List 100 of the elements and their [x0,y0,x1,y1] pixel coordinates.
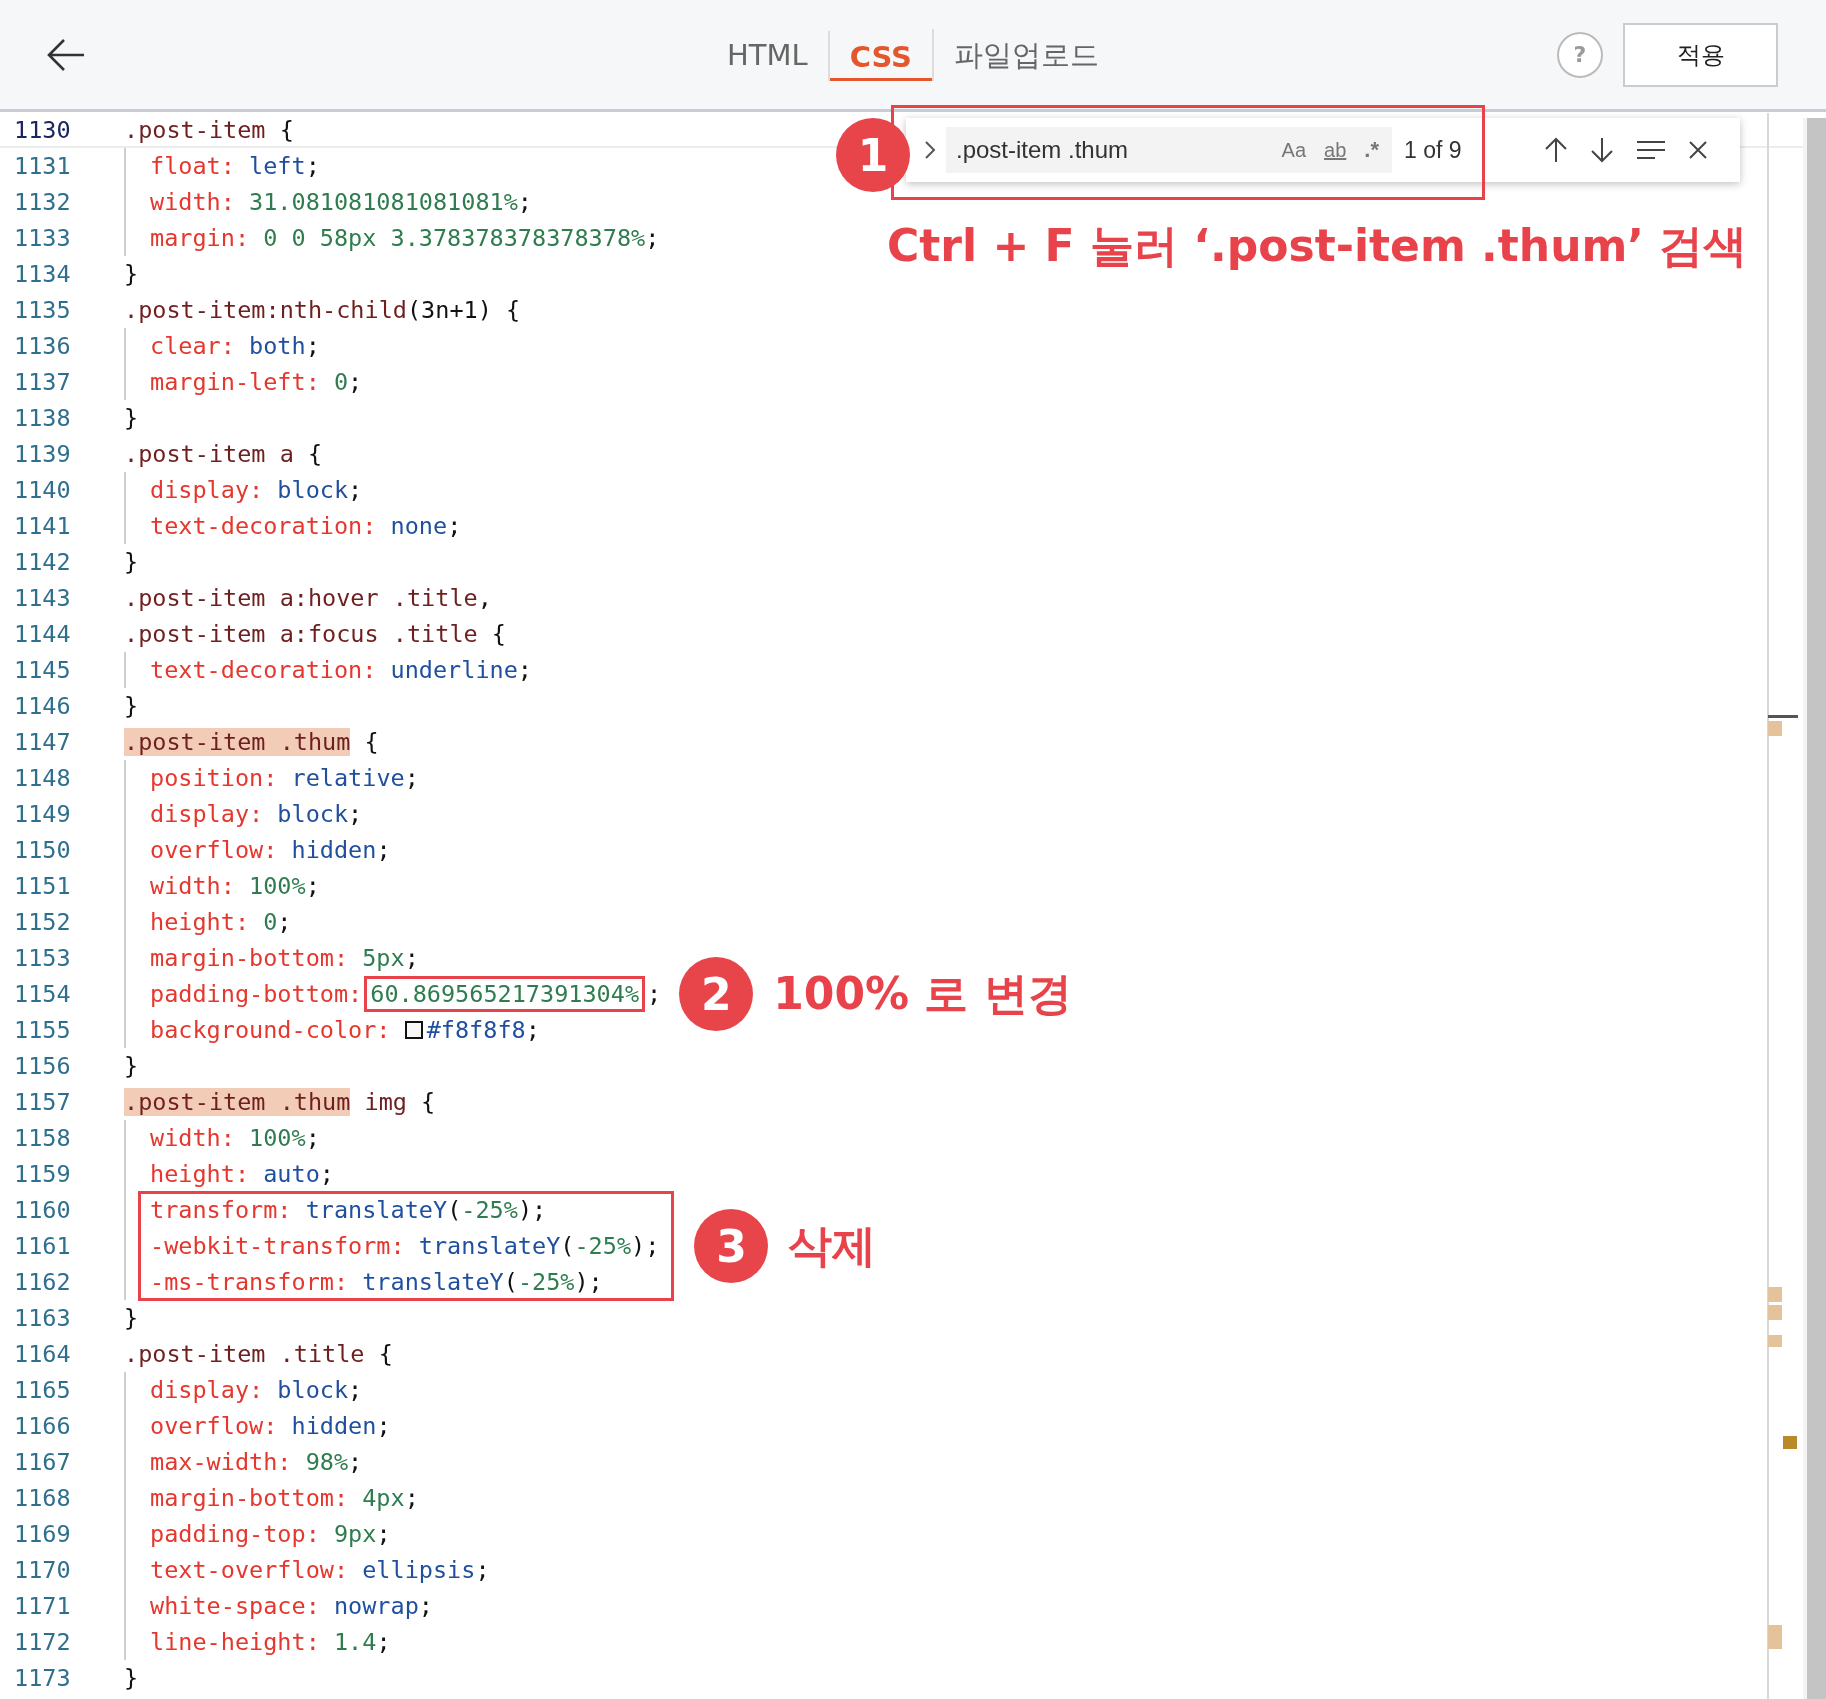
help-button[interactable]: ? [1557,31,1603,78]
line-number: 1158 [13,1124,72,1152]
search-option-toggle[interactable]: ab [1321,137,1350,163]
line-number: 1173 [13,1664,72,1692]
tab[interactable]: HTML [707,28,828,81]
code-line: width: 31.081081081081081%; [150,188,532,216]
annotation-text: 삭제 [788,1218,877,1273]
line-number: 1148 [13,764,72,792]
scrollbar[interactable] [1803,118,1826,1699]
line-number: 1166 [13,1412,72,1440]
code-line: .post-item a:hover .title, [124,584,492,612]
code-line: float: left; [150,152,320,180]
code-line: text-overflow: ellipsis; [150,1556,490,1584]
line-number: 1150 [13,836,72,864]
code-line: display: block; [150,1376,363,1404]
code-line: } [124,1664,139,1692]
code-line: .post-item a { [124,440,323,468]
code-line: position: relative; [150,764,419,792]
code-line: .post-item .thum { [124,728,379,756]
search-option-toggle[interactable]: Aa [1278,137,1310,163]
line-number: 1135 [13,296,72,324]
step-number-badge: 3 [694,1209,769,1283]
line-number: 1138 [13,404,72,432]
arrow-up-icon[interactable] [1543,137,1568,163]
step-number-badge: 1 [836,118,910,192]
code-line: clear: both; [150,332,320,360]
annotation-text: Ctrl + F 눌러 ‘.post-item .thum’ 검색 [887,219,1748,273]
line-number: 1154 [13,980,72,1008]
line-number: 1170 [13,1556,72,1584]
code-line: } [124,260,139,288]
line-number: 1131 [13,152,72,180]
line-number: 1133 [13,224,72,252]
line-number: 1134 [13,260,72,288]
tab[interactable]: 파일업로드 [932,28,1119,81]
code-line: .post-item { [124,116,294,144]
step-number-badge: 2 [679,957,754,1031]
close-icon[interactable] [1687,140,1708,160]
expand-chevron-icon[interactable] [924,140,936,160]
line-number: 1168 [13,1484,72,1512]
code-line: -ms-transform: translateY(-25%); [150,1268,603,1296]
code-line: padding-top: 9px; [150,1520,391,1548]
line-number: 1151 [13,872,72,900]
code-line: } [124,692,139,720]
line-number: 1171 [13,1592,72,1620]
code-line: width: 100%; [150,872,320,900]
code-line: display: block; [150,476,363,504]
line-number: 1142 [13,548,72,576]
lines-icon[interactable] [1635,140,1666,160]
code-line: overflow: hidden; [150,1412,391,1440]
code-line: } [124,1304,139,1332]
code-text: ; [647,980,662,1008]
search-option-toggle[interactable]: .* [1361,136,1382,164]
line-number: 1169 [13,1520,72,1548]
code-line: height: auto; [150,1160,334,1188]
line-number: 1167 [13,1448,72,1476]
code-line: white-space: nowrap; [150,1592,433,1620]
code-line: } [124,404,139,432]
code-line: margin: 0 0 58px 3.378378378378378%; [150,224,660,252]
line-number: 1145 [13,656,72,684]
line-number: 1132 [13,188,72,216]
line-number: 1172 [13,1628,72,1656]
code-line: transform: translateY(-25%); [150,1196,547,1224]
line-number: 1147 [13,728,72,756]
match-count: 1 of 9 [1404,136,1462,164]
line-number: 1136 [13,332,72,360]
code-line: height: 0; [150,908,292,936]
code-line: .post-item a:focus .title { [124,620,506,648]
line-number: 1137 [13,368,72,396]
line-number: 1141 [13,512,72,540]
line-number: 1152 [13,908,72,936]
code-line: line-height: 1.4; [150,1628,391,1656]
line-number: 1143 [13,584,72,612]
code-line: margin-left: 0; [150,368,363,396]
arrow-down-icon[interactable] [1589,137,1614,163]
line-number: 1160 [13,1196,72,1224]
line-number: 1140 [13,476,72,504]
code-text: padding-bottom: [150,980,363,1008]
code-text: background-color: [150,1016,392,1044]
annotation-text: 100% 로 변경 [773,966,1072,1021]
line-number: 1139 [13,440,72,468]
back-arrow-icon[interactable] [46,36,86,73]
code-line: text-decoration: underline; [150,656,532,684]
code-line: .post-item .title { [124,1340,393,1368]
line-number: 1161 [13,1232,72,1260]
line-number: 1165 [13,1376,72,1404]
code-line: max-width: 98%; [150,1448,363,1476]
tab[interactable]: CSS [827,30,932,81]
line-number: 1146 [13,692,72,720]
code-line: -webkit-transform: translateY(-25%); [150,1232,660,1260]
code-line: display: block; [150,800,363,828]
code-line: } [124,1052,139,1080]
apply-button[interactable]: 적용 [1623,22,1778,87]
code-text: #f8f8f8; [426,1016,540,1044]
line-number: 1155 [13,1016,72,1044]
code-line: width: 100%; [150,1124,320,1152]
code-line: .post-item .thum img { [124,1088,436,1116]
search-field[interactable]: .post-item .thum Aa ab .* [946,127,1392,173]
code-line: margin-bottom: 4px; [150,1484,419,1512]
line-number: 1144 [13,620,72,648]
line-number: 1163 [13,1304,72,1332]
